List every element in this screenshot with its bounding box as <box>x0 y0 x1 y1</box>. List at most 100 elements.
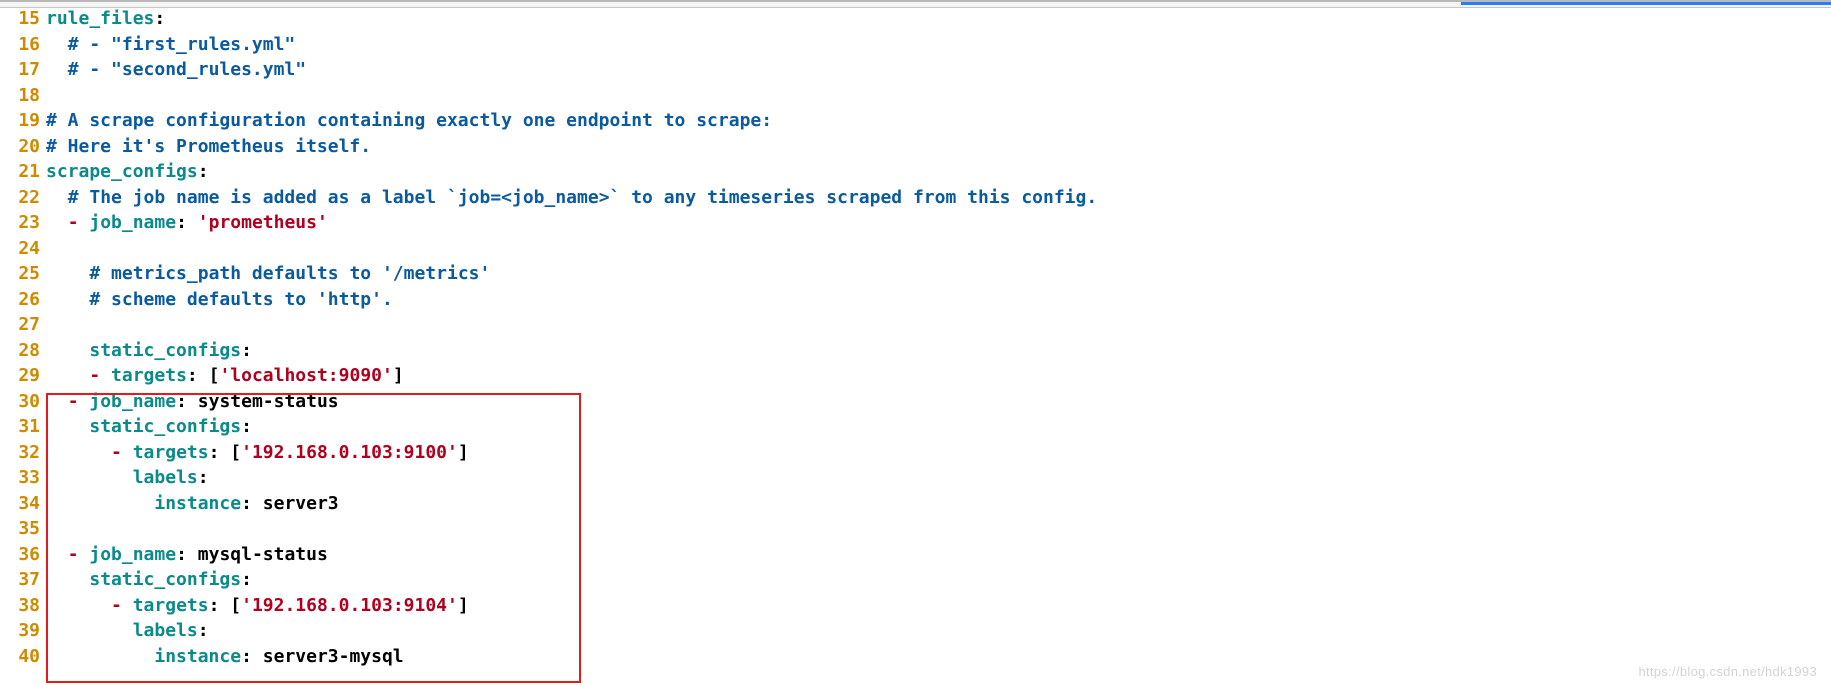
code-token: - <box>68 544 79 565</box>
code-token: - <box>89 365 100 386</box>
code-content[interactable]: - job_name: system-status <box>46 389 1831 415</box>
code-line[interactable]: 16 # - "first_rules.yml" <box>0 32 1831 58</box>
code-line[interactable]: 25 # metrics_path defaults to '/metrics' <box>0 261 1831 287</box>
code-token <box>46 416 89 437</box>
code-token: : <box>241 416 252 437</box>
code-token <box>122 595 133 616</box>
code-token <box>46 620 133 641</box>
code-token: targets <box>133 595 209 616</box>
code-token <box>46 34 68 55</box>
code-content[interactable]: labels: <box>46 618 1831 644</box>
line-number: 16 <box>0 32 46 58</box>
line-number: 29 <box>0 363 46 389</box>
code-line[interactable]: 35 <box>0 516 1831 542</box>
code-content[interactable]: # scheme defaults to 'http'. <box>46 287 1831 313</box>
code-content[interactable]: static_configs: <box>46 414 1831 440</box>
code-token <box>46 263 89 284</box>
code-token <box>122 442 133 463</box>
line-number: 36 <box>0 542 46 568</box>
code-token: '192.168.0.103:9104' <box>241 595 458 616</box>
code-content[interactable]: # A scrape configuration containing exac… <box>46 108 1831 134</box>
code-line[interactable]: 26 # scheme defaults to 'http'. <box>0 287 1831 313</box>
code-content[interactable]: # Here it's Prometheus itself. <box>46 134 1831 160</box>
watermark-text: https://blog.csdn.net/hdk1993 <box>1638 664 1817 679</box>
line-number: 28 <box>0 338 46 364</box>
code-content[interactable]: # metrics_path defaults to '/metrics' <box>46 261 1831 287</box>
code-content[interactable]: instance: server3 <box>46 491 1831 517</box>
code-content[interactable]: - targets: ['localhost:9090'] <box>46 363 1831 389</box>
code-content[interactable]: - job_name: mysql-status <box>46 542 1831 568</box>
code-token <box>46 544 68 565</box>
code-content[interactable]: rule_files: <box>46 6 1831 32</box>
code-line[interactable]: 36 - job_name: mysql-status <box>0 542 1831 568</box>
code-line[interactable]: 20# Here it's Prometheus itself. <box>0 134 1831 160</box>
code-token: # The job name is added as a label `job=… <box>68 187 1098 208</box>
code-token <box>79 391 90 412</box>
code-line[interactable]: 27 <box>0 312 1831 338</box>
code-token: targets <box>133 442 209 463</box>
code-token: instance <box>154 493 241 514</box>
code-content[interactable]: - job_name: 'prometheus' <box>46 210 1831 236</box>
code-token: server3 <box>263 493 339 514</box>
code-line[interactable]: 29 - targets: ['localhost:9090'] <box>0 363 1831 389</box>
code-token <box>187 212 198 233</box>
code-content[interactable]: # - "first_rules.yml" <box>46 32 1831 58</box>
code-content[interactable]: # The job name is added as a label `job=… <box>46 185 1831 211</box>
code-line[interactable]: 37 static_configs: <box>0 567 1831 593</box>
code-token <box>46 59 68 80</box>
line-number: 15 <box>0 6 46 32</box>
code-line[interactable]: 18 <box>0 83 1831 109</box>
code-token: : <box>241 493 252 514</box>
code-token <box>187 544 198 565</box>
code-token <box>46 442 111 463</box>
code-line[interactable]: 30 - job_name: system-status <box>0 389 1831 415</box>
code-token <box>46 391 68 412</box>
code-content[interactable]: # - "second_rules.yml" <box>46 57 1831 83</box>
code-token: # - "first_rules.yml" <box>68 34 296 55</box>
line-number: 33 <box>0 465 46 491</box>
code-line[interactable]: 21scrape_configs: <box>0 159 1831 185</box>
line-number: 38 <box>0 593 46 619</box>
code-editor[interactable]: 15rule_files:16 # - "first_rules.yml"17 … <box>0 2 1831 669</box>
code-token: job_name <box>89 544 176 565</box>
code-token: rule_files <box>46 8 154 29</box>
code-line[interactable]: 19# A scrape configuration containing ex… <box>0 108 1831 134</box>
code-token: job_name <box>89 391 176 412</box>
code-line[interactable]: 28 static_configs: <box>0 338 1831 364</box>
line-number: 25 <box>0 261 46 287</box>
code-content[interactable]: labels: <box>46 465 1831 491</box>
line-number: 18 <box>0 83 46 109</box>
code-line[interactable]: 34 instance: server3 <box>0 491 1831 517</box>
code-content[interactable]: static_configs: <box>46 567 1831 593</box>
line-number: 34 <box>0 491 46 517</box>
code-content[interactable]: scrape_configs: <box>46 159 1831 185</box>
code-line[interactable]: 23 - job_name: 'prometheus' <box>0 210 1831 236</box>
code-token: # - "second_rules.yml" <box>68 59 306 80</box>
code-token: labels <box>133 620 198 641</box>
code-line[interactable]: 40 instance: server3-mysql <box>0 644 1831 670</box>
line-number: 20 <box>0 134 46 160</box>
code-line[interactable]: 32 - targets: ['192.168.0.103:9100'] <box>0 440 1831 466</box>
code-content[interactable]: - targets: ['192.168.0.103:9104'] <box>46 593 1831 619</box>
code-line[interactable]: 15rule_files: <box>0 6 1831 32</box>
code-content[interactable]: instance: server3-mysql <box>46 644 1831 670</box>
code-token: mysql-status <box>198 544 328 565</box>
code-token: - <box>111 442 122 463</box>
code-token <box>46 646 154 667</box>
code-token: : <box>187 365 198 386</box>
line-number: 32 <box>0 440 46 466</box>
code-line[interactable]: 22 # The job name is added as a label `j… <box>0 185 1831 211</box>
code-content[interactable]: static_configs: <box>46 338 1831 364</box>
code-token: '192.168.0.103:9100' <box>241 442 458 463</box>
code-token: : <box>241 569 252 590</box>
code-line[interactable]: 17 # - "second_rules.yml" <box>0 57 1831 83</box>
code-token <box>46 493 154 514</box>
code-line[interactable]: 24 <box>0 236 1831 262</box>
line-number: 27 <box>0 312 46 338</box>
code-content[interactable]: - targets: ['192.168.0.103:9100'] <box>46 440 1831 466</box>
code-line[interactable]: 31 static_configs: <box>0 414 1831 440</box>
code-line[interactable]: 33 labels: <box>0 465 1831 491</box>
code-token: : <box>209 442 220 463</box>
code-line[interactable]: 39 labels: <box>0 618 1831 644</box>
code-line[interactable]: 38 - targets: ['192.168.0.103:9104'] <box>0 593 1831 619</box>
